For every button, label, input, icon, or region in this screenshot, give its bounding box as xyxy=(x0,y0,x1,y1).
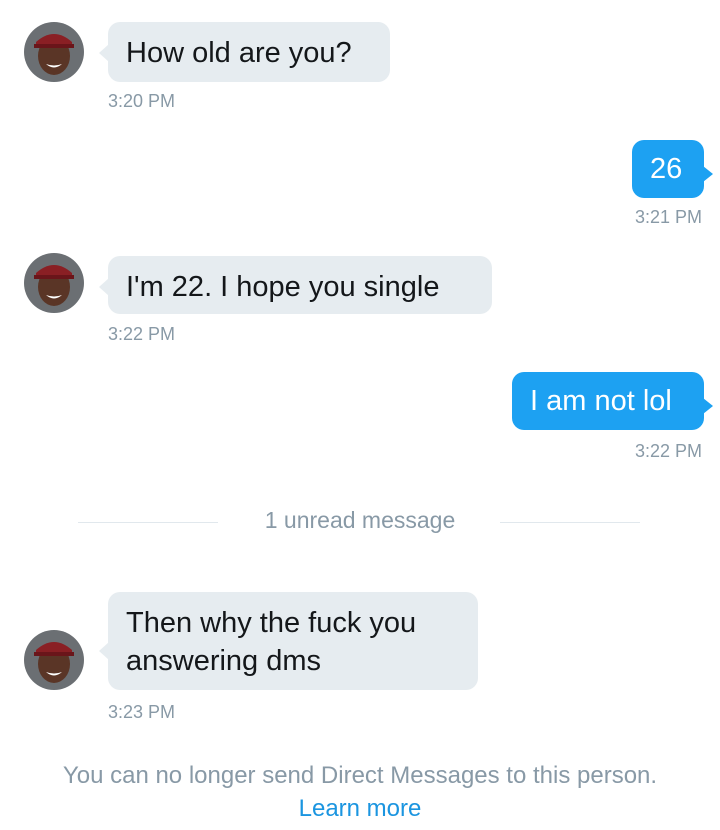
avatar-photo-icon xyxy=(24,253,84,313)
message-timestamp: 3:23 PM xyxy=(108,702,176,722)
incoming-message-bubble[interactable]: How old are you? xyxy=(99,22,390,82)
message-timestamp: 3:21 PM xyxy=(634,207,702,227)
outgoing-message-bubble[interactable]: 26 xyxy=(632,140,713,198)
incoming-message-bubble[interactable]: I'm 22. I hope you single xyxy=(99,256,492,314)
avatar-photo-icon xyxy=(24,630,84,690)
learn-more-link[interactable]: Learn more xyxy=(0,795,720,823)
message-text: I'm 22. I hope you single xyxy=(126,271,440,303)
divider-line-right xyxy=(500,522,640,523)
avatar-photo-icon xyxy=(24,22,84,82)
message-text: How old are you? xyxy=(126,37,352,69)
sender-avatar[interactable] xyxy=(24,22,84,82)
sender-avatar[interactable] xyxy=(24,253,84,313)
unread-divider-label: 1 unread message xyxy=(264,507,456,533)
message-text-line: answering dms xyxy=(126,645,322,677)
dm-disabled-notice: You can no longer send Direct Messages t… xyxy=(62,762,658,789)
message-timestamp: 3:22 PM xyxy=(108,324,176,344)
sender-avatar[interactable] xyxy=(24,630,84,690)
message-timestamp: 3:22 PM xyxy=(634,441,702,461)
message-timestamp: 3:20 PM xyxy=(108,91,176,111)
message-text: 26 xyxy=(650,153,683,185)
message-text-line: Then why the fuck you xyxy=(126,607,417,639)
message-text: I am not lol xyxy=(530,385,672,417)
incoming-message-bubble[interactable]: Then why the fuck you answering dms xyxy=(99,592,478,690)
divider-line-left xyxy=(78,522,218,523)
outgoing-message-bubble[interactable]: I am not lol xyxy=(512,372,713,430)
